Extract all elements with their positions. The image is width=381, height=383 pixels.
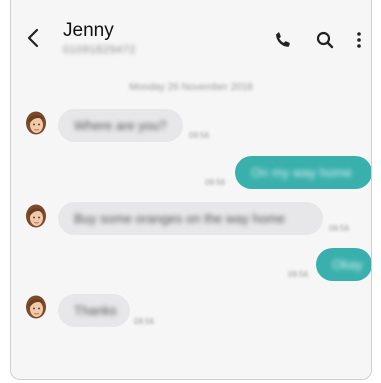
search-button[interactable]: [315, 30, 335, 50]
contact-number: 01091829472: [63, 44, 136, 56]
message-time: 09:56: [134, 317, 155, 326]
back-button[interactable]: [25, 27, 41, 49]
avatar-icon: [26, 204, 46, 228]
date-separator: Monday 26 November 2018: [129, 82, 253, 93]
contact-avatar[interactable]: [25, 111, 47, 139]
message-bubble-outgoing[interactable]: On my way home: [235, 156, 371, 189]
search-icon: [316, 31, 334, 49]
message-time: 09:56: [288, 270, 309, 279]
chevron-left-icon: [27, 28, 39, 48]
message-text: Okay: [332, 257, 363, 272]
contact-name: Jenny: [63, 20, 114, 41]
avatar-icon: [26, 111, 46, 135]
contact-avatar[interactable]: [25, 295, 47, 323]
message-bubble-outgoing[interactable]: Okay: [316, 248, 371, 281]
message-text: Buy some oranges on the way home: [74, 211, 286, 226]
message-time: 09:56: [189, 131, 210, 140]
call-button[interactable]: [273, 30, 293, 50]
message-text: Where are you?: [74, 118, 167, 133]
message-bubble-incoming[interactable]: Thanks: [58, 294, 130, 327]
phone-icon: [276, 32, 290, 47]
contact-info[interactable]: Jenny 01091829472: [63, 20, 136, 56]
message-time: 09:56: [205, 178, 226, 187]
contact-avatar[interactable]: [25, 204, 47, 232]
chat-header: Jenny 01091829472: [11, 0, 371, 62]
phone-screen: Jenny 01091829472 Monday 26 November 201…: [10, 0, 372, 380]
avatar-icon: [26, 295, 46, 319]
message-text: Thanks: [74, 303, 117, 318]
message-text: On my way home: [251, 165, 353, 180]
more-options-button[interactable]: [355, 30, 371, 50]
message-bubble-incoming[interactable]: Buy some oranges on the way home: [58, 202, 323, 235]
message-time: 09:56: [329, 224, 350, 233]
more-vertical-icon: [357, 32, 361, 48]
message-bubble-incoming[interactable]: Where are you?: [58, 109, 183, 142]
